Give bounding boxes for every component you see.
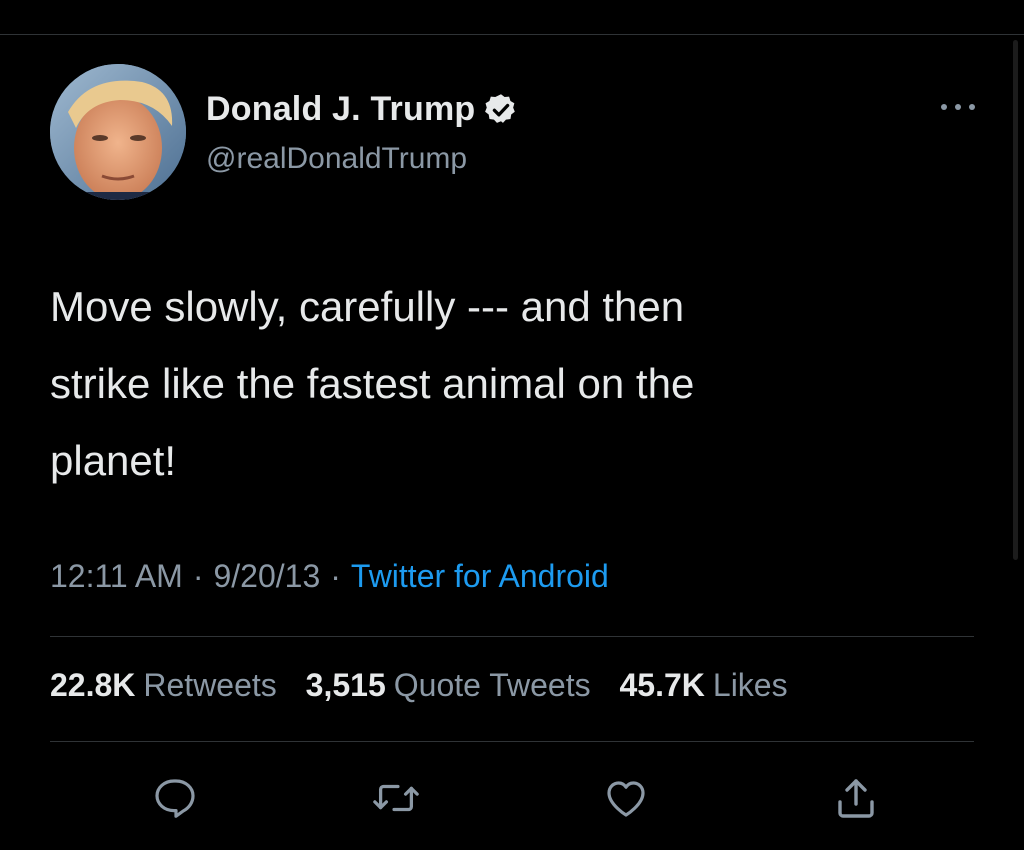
quote-tweets-stat[interactable]: 3,515 Quote Tweets: [306, 667, 591, 703]
reply-button[interactable]: [144, 768, 204, 828]
handle[interactable]: @realDonaldTrump: [206, 142, 467, 176]
display-name[interactable]: Donald J. Trump: [206, 90, 475, 129]
stats-divider-top: [50, 636, 974, 637]
top-divider: [0, 34, 1024, 35]
stats-divider-bottom: [50, 741, 974, 742]
avatar-image: [50, 64, 186, 200]
tweet-source-link[interactable]: Twitter for Android: [351, 558, 609, 594]
likes-count: 45.7K: [619, 667, 705, 703]
meta-separator: ·: [192, 558, 204, 594]
quote-tweets-count: 3,515: [305, 667, 386, 703]
heart-icon: [607, 781, 645, 817]
reply-icon: [155, 779, 195, 818]
tweet-actions: [0, 768, 1024, 828]
like-button[interactable]: [596, 768, 656, 828]
share-button[interactable]: [826, 768, 886, 828]
tweet-meta: 12:11 AM · 9/20/13 · Twitter for Android: [50, 558, 609, 595]
more-options-button[interactable]: [936, 92, 980, 122]
more-dots-icon: [941, 104, 975, 110]
retweets-stat[interactable]: 22.8K Retweets: [50, 667, 277, 703]
retweets-count: 22.8K: [50, 667, 136, 703]
retweet-icon: [373, 784, 419, 812]
tweet-header: Donald J. Trump @realDonaldTrump: [50, 64, 980, 204]
tweet-time[interactable]: 12:11 AM: [50, 558, 183, 594]
tweet-stats: 22.8K Retweets 3,515 Quote Tweets 45.7K Lik…: [50, 667, 808, 704]
retweet-button[interactable]: [366, 768, 426, 828]
meta-separator: ·: [330, 558, 341, 594]
likes-stat[interactable]: 45.7K Likes: [620, 667, 788, 703]
name-row: Donald J. Trump: [206, 90, 519, 129]
likes-label: Likes: [712, 667, 788, 703]
tweet-date[interactable]: 9/20/13: [213, 558, 320, 594]
tweet-text: Move slowly, carefully --- and then stri…: [50, 283, 695, 484]
verified-badge-icon: [483, 92, 519, 128]
retweets-label: Retweets: [143, 667, 277, 703]
share-icon: [838, 779, 874, 818]
quote-tweets-label: Quote Tweets: [393, 667, 591, 703]
scrollbar[interactable]: [1013, 40, 1018, 560]
avatar[interactable]: [50, 64, 186, 200]
